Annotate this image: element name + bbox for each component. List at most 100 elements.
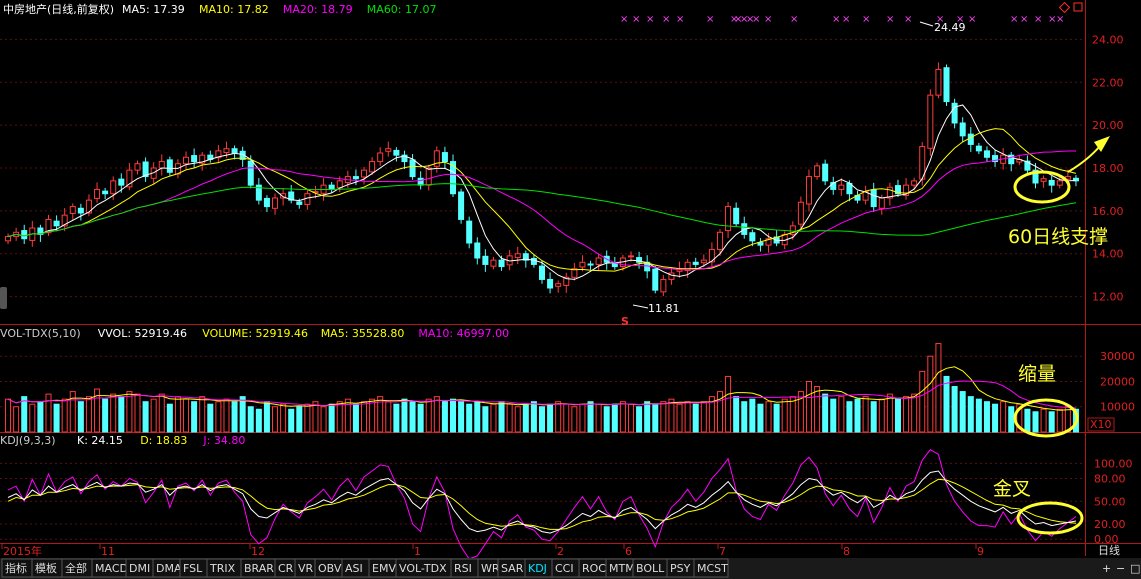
candle-body xyxy=(393,149,400,156)
signal-x-mark: × xyxy=(1056,14,1064,25)
price-legend-item: MA5: 17.39 xyxy=(122,3,185,16)
toolbar-tab[interactable]: CCI xyxy=(555,562,574,575)
volume-bar xyxy=(595,403,602,433)
candle-body xyxy=(223,148,230,154)
toolbar-tab[interactable]: PSY xyxy=(670,562,691,575)
toolbar-control[interactable]: □ xyxy=(1130,562,1140,575)
volume-bar xyxy=(13,406,20,433)
candle-body xyxy=(336,180,343,189)
kdj-legend-item: K: 24.15 xyxy=(77,434,123,447)
annotation-support: 60日线支撑 xyxy=(1008,226,1108,248)
toolbar-tab[interactable]: TRIX xyxy=(209,562,236,575)
side-collapse-handle[interactable] xyxy=(0,287,7,309)
signal-x-mark: × xyxy=(662,14,670,25)
volume-bar xyxy=(490,403,497,433)
signal-x-mark: × xyxy=(706,14,714,25)
stock-chart[interactable]: 12.00 14.00 16.00 18.00 20.00 22.00 24.00 1000… xyxy=(0,0,1141,579)
toolbar-tab[interactable]: SAR xyxy=(501,562,524,575)
toolbar-control[interactable]: − xyxy=(1116,562,1125,575)
volume-bar xyxy=(700,401,707,433)
volume-bar xyxy=(1040,408,1047,433)
period-label[interactable]: 日线 xyxy=(1098,543,1120,557)
volume-bar xyxy=(85,396,92,433)
candle-body xyxy=(538,265,546,280)
toolbar-tab[interactable]: ROC xyxy=(582,562,606,575)
candle-body xyxy=(231,148,238,154)
candle-body xyxy=(69,206,76,214)
candle-body xyxy=(927,94,934,149)
signal-markers: × × × × × × ××××× × × × × × × × × × × × × × × × xyxy=(620,14,1064,25)
toolbar-tab[interactable]: ASI xyxy=(345,562,363,575)
signal-x-mark: × xyxy=(886,14,894,25)
candle-body xyxy=(975,145,982,152)
candle-body xyxy=(166,159,173,173)
volume-bar xyxy=(563,403,570,433)
toolbar-tab[interactable]: CR xyxy=(278,562,294,575)
volume-tick-label: 10000 xyxy=(1100,401,1135,414)
time-label: 6 xyxy=(625,545,632,558)
toolbar-tab[interactable]: DMI xyxy=(129,562,150,575)
chart-frame xyxy=(0,0,1141,556)
volume-bar xyxy=(288,408,295,433)
volume-bar xyxy=(118,396,125,433)
candle-body xyxy=(21,230,28,240)
volume-bar xyxy=(401,398,408,433)
toolbar-tab[interactable]: DMA xyxy=(156,562,182,575)
toolbar-tab[interactable]: BRAR xyxy=(244,562,274,575)
toolbar-tab[interactable]: MACD xyxy=(95,562,128,575)
candle-body xyxy=(94,188,101,199)
time-label: 7 xyxy=(719,545,726,558)
time-label: 8 xyxy=(843,545,850,558)
square-icon[interactable] xyxy=(1073,2,1083,12)
time-axis-labels: 2015年 11 12 1 2 6 7 8 9 xyxy=(1,543,984,558)
volume-bar xyxy=(1056,408,1063,433)
signal-x-mark: × xyxy=(752,14,760,25)
toolbar-tab[interactable]: VOL-TDX xyxy=(399,562,447,575)
candle-body xyxy=(377,152,384,163)
candle-body xyxy=(700,259,707,264)
candle-body xyxy=(466,220,473,244)
toolbar-tab[interactable]: VR xyxy=(298,562,314,575)
candle-body xyxy=(1048,179,1055,186)
toolbar-tab[interactable]: WR xyxy=(481,562,500,575)
toolbar-tab[interactable]: BOLL xyxy=(636,562,665,575)
candle-body xyxy=(935,68,942,96)
toolbar-tab[interactable]: 模板 xyxy=(35,561,57,575)
volume-bar xyxy=(692,403,699,433)
candle-body xyxy=(692,261,699,265)
toolbar-tab[interactable]: MCST xyxy=(697,562,728,575)
toolbar-tab[interactable]: KDJ xyxy=(528,562,547,575)
candle-body xyxy=(555,283,562,287)
toolbar-tab[interactable]: 指标 xyxy=(5,561,27,575)
volume-bar xyxy=(449,398,457,433)
candle-body xyxy=(587,263,594,266)
toolbar-tab[interactable]: OBV xyxy=(318,562,342,575)
volume-legend-item: VOL-TDX(5,10) xyxy=(0,327,81,340)
toolbar-tab[interactable]: MTM xyxy=(609,562,635,575)
toolbar-tab[interactable]: 全部 xyxy=(65,561,87,575)
volume-bar xyxy=(538,406,546,433)
kdj-d-line xyxy=(7,478,1077,530)
signal-x-mark: × xyxy=(832,14,840,25)
volume-bar xyxy=(320,406,327,433)
volume-bar xyxy=(183,398,190,433)
candle-body xyxy=(652,268,659,291)
volume-bar xyxy=(765,401,772,433)
toolbar-tab[interactable]: RSI xyxy=(454,562,472,575)
candle-body xyxy=(878,197,885,209)
toolbar-tab[interactable]: EMV xyxy=(372,562,396,575)
toolbar-tab[interactable]: FSL xyxy=(183,562,203,575)
volume-bar xyxy=(296,406,303,433)
toolbar-control[interactable]: + xyxy=(1102,562,1111,575)
time-label: 1 xyxy=(414,545,421,558)
volume-bar xyxy=(158,393,165,433)
signal-x-mark: × xyxy=(620,14,628,25)
candle-body xyxy=(5,236,12,242)
candle-body xyxy=(943,67,950,103)
volume-bar xyxy=(336,401,343,433)
diamond-icon[interactable] xyxy=(1058,1,1071,14)
candle-body xyxy=(684,261,691,271)
time-label: 11 xyxy=(101,545,115,558)
volume-bar xyxy=(514,406,521,433)
signal-x-mark: × xyxy=(646,14,654,25)
